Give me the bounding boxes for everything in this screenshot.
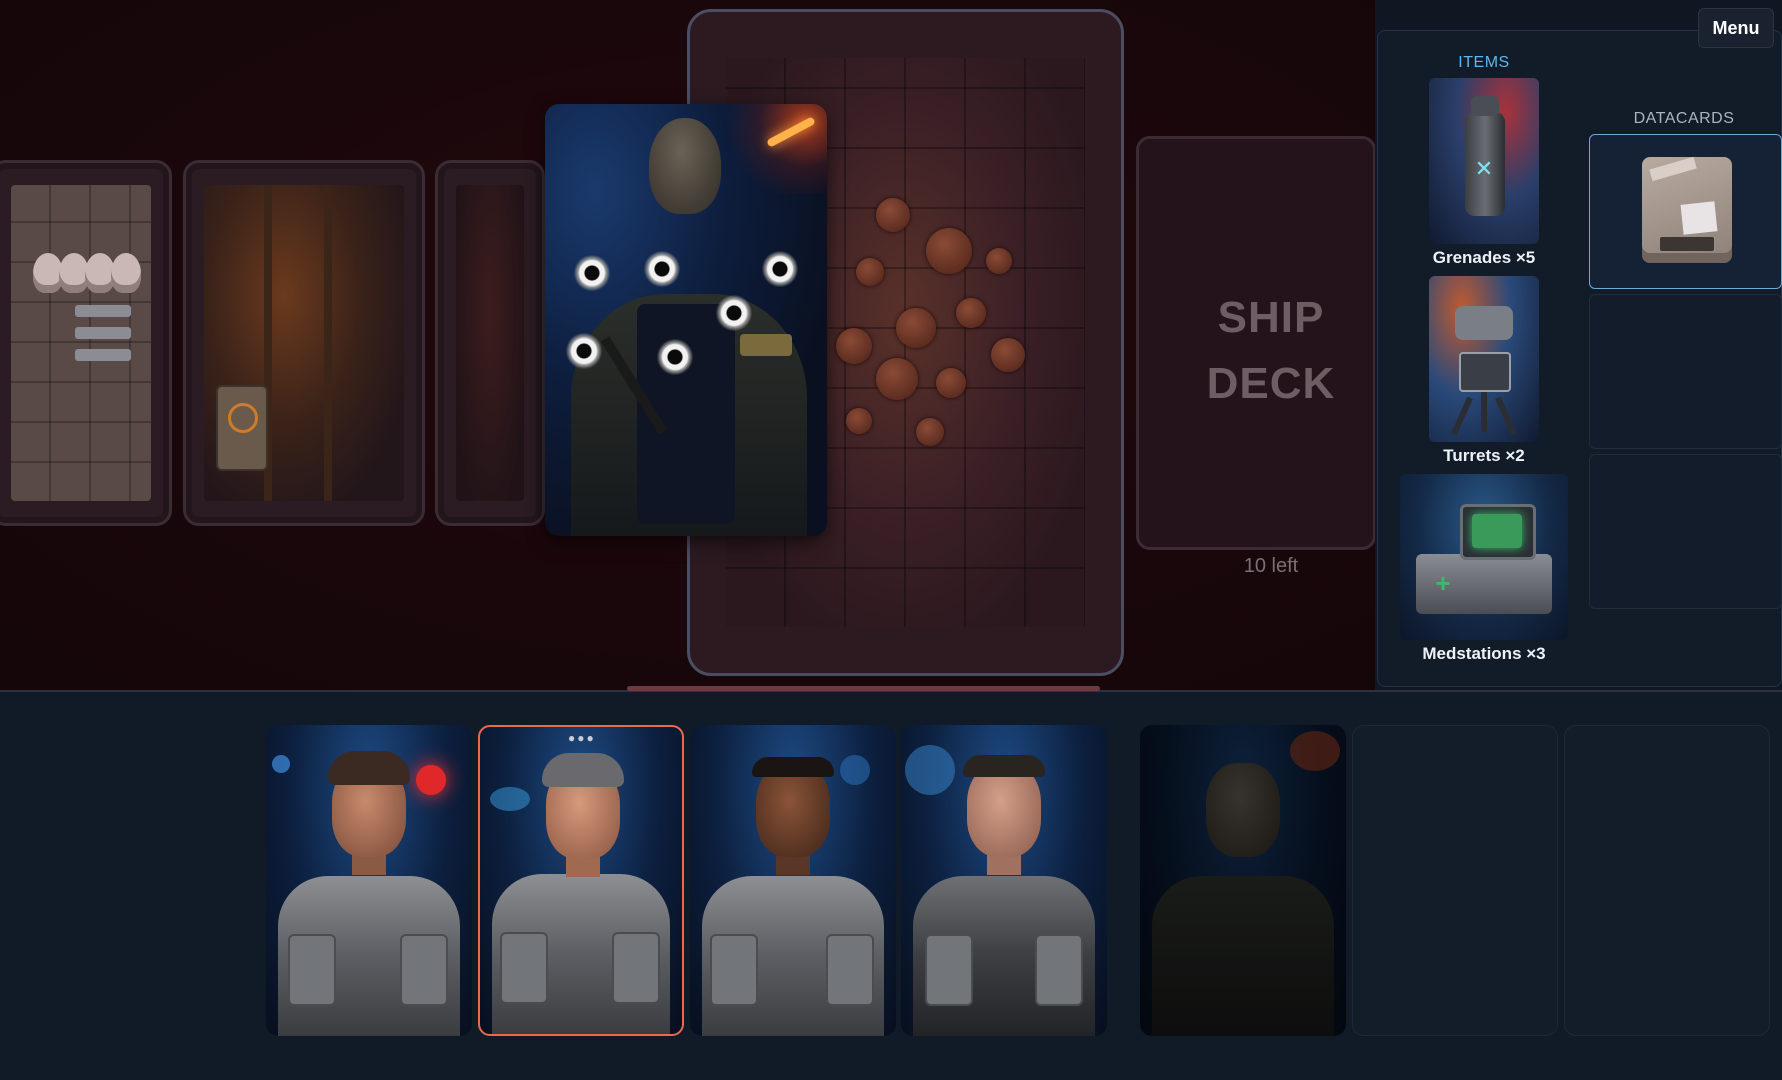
empty-reserve-slot[interactable] [1564,725,1770,1036]
turret-icon [1429,276,1539,442]
alien-egg-icon [991,338,1025,372]
reserve-card-synthetic-gunman[interactable] [1140,725,1346,1036]
alien-egg-icon [876,198,910,232]
unit-card-soldier-1[interactable] [266,725,472,1036]
unit-card-soldier-2[interactable]: ●●● [478,725,684,1036]
progress-bar [627,686,1100,691]
rifle-icon [75,305,131,317]
alien-egg-icon [856,258,884,286]
alien-egg-icon [846,408,872,434]
empty-reserve-slot[interactable] [1352,725,1558,1036]
alien-egg-icon [896,308,936,348]
inventory-item-grenades[interactable]: ✕ Grenades ×5 [1400,76,1568,272]
alien-egg-icon [986,248,1012,274]
ship-deck-title: SHIP DECK [1206,293,1336,408]
portrait-face [756,763,830,857]
armory-room-card[interactable] [0,160,172,526]
datacard-icon [1642,156,1732,263]
skull-icon [111,253,141,293]
more-options-icon[interactable]: ●●● [568,731,596,745]
alien-egg-icon [956,298,986,328]
rifle-icon [75,349,131,361]
room-floor [204,185,404,501]
inventory-item-turrets[interactable]: Turrets ×2 [1400,274,1568,470]
item-label: Turrets ×2 [1443,446,1525,465]
alien-egg-icon [916,418,944,446]
dark-room-card[interactable] [435,160,545,526]
datacard-slot-3[interactable] [1589,454,1782,609]
room-floor [456,185,524,501]
medstation-icon: + [1400,474,1568,640]
alien-egg-icon [876,358,918,400]
alien-egg-icon [926,228,972,274]
datacard-slot-2[interactable] [1589,294,1782,449]
items-heading: ITEMS [1458,54,1510,71]
alien-egg-icon [836,328,872,364]
armor [1152,876,1334,1036]
bullet-hole-icon [761,250,799,288]
inventory-item-medstations[interactable]: + Medstations ×3 [1384,472,1584,668]
unit-card-soldier-4[interactable] [901,725,1107,1036]
portrait-face [967,763,1041,857]
game-board: SHIP DECK 10 left [0,0,1375,690]
engine-room-card[interactable] [183,160,425,526]
datacards-heading: DATACARDS [1633,110,1735,127]
room-floor [11,185,151,501]
bullet-hole-icon [643,250,681,288]
item-label: Grenades ×5 [1432,248,1536,267]
bullet-hole-icon [715,294,753,332]
unit-card-soldier-3[interactable] [690,725,896,1036]
rifle-icon [75,327,131,339]
bullet-hole-icon [565,332,603,370]
datacard-slot-1[interactable] [1589,134,1782,289]
alien-egg-icon [936,368,966,398]
bullet-hole-icon [656,338,694,376]
item-label: Medstations ×3 [1422,644,1546,663]
menu-button[interactable]: Menu [1698,8,1774,48]
portrait-face [1206,763,1280,857]
bullet-hole-icon [573,254,611,292]
deck-remaining-count: 10 left [1243,555,1299,577]
machine-icon [216,385,268,471]
synthetic-gunman-card[interactable] [545,104,827,536]
grenade-icon: ✕ [1429,78,1539,244]
